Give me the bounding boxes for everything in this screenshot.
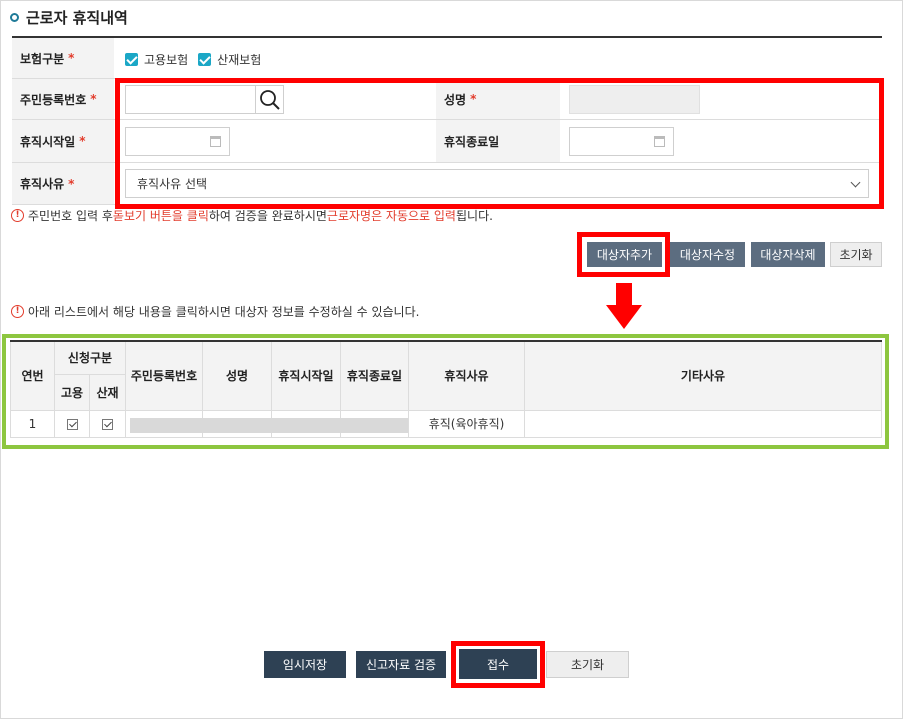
accident-insurance-label: 산재보험 bbox=[217, 53, 262, 67]
reset-all-button[interactable]: 초기화 bbox=[546, 651, 629, 678]
section-title: 근로자 휴직내역 bbox=[26, 8, 128, 27]
annotation-highlight-add-button bbox=[577, 232, 670, 277]
temp-save-button[interactable]: 임시저장 bbox=[264, 651, 346, 678]
employment-insurance-label: 고용보험 bbox=[144, 53, 189, 67]
employment-insurance-checkbox[interactable] bbox=[125, 53, 138, 66]
section-header: 근로자 휴직내역 bbox=[10, 6, 128, 28]
leave-start-label: 휴직시작일 * bbox=[12, 120, 114, 162]
notice-list-edit: ! 아래 리스트에서 해당 내용을 클릭하시면 대상자 정보를 수정하실 수 있… bbox=[11, 303, 419, 320]
insurance-label: 보험구분 * bbox=[12, 38, 114, 78]
alert-icon: ! bbox=[11, 209, 24, 222]
delete-target-button[interactable]: 대상자삭제 bbox=[751, 242, 825, 267]
form-row-insurance: 보험구분 * 고용보험 산재보험 bbox=[12, 38, 882, 79]
rrn-label: 주민등록번호 * bbox=[12, 79, 114, 119]
accident-insurance-checkbox[interactable] bbox=[198, 53, 212, 66]
annotation-highlight-submit-button bbox=[451, 641, 545, 688]
annotation-highlight-table bbox=[2, 334, 889, 449]
annotation-highlight-form bbox=[115, 78, 884, 209]
title-bullet-icon bbox=[10, 12, 19, 22]
notice-rrn-verify: ! 주민번호 입력 후 돋보기 버튼을 클릭 하여 검증을 완료하시면 근로자명은… bbox=[11, 207, 493, 224]
arrow-down-icon bbox=[606, 283, 642, 331]
alert-icon: ! bbox=[11, 305, 24, 318]
reset-target-button[interactable]: 초기화 bbox=[830, 242, 882, 267]
verify-report-button[interactable]: 신고자료 검증 bbox=[356, 651, 446, 678]
reason-label: 휴직사유 * bbox=[12, 163, 114, 204]
edit-target-button[interactable]: 대상자수정 bbox=[670, 242, 745, 267]
